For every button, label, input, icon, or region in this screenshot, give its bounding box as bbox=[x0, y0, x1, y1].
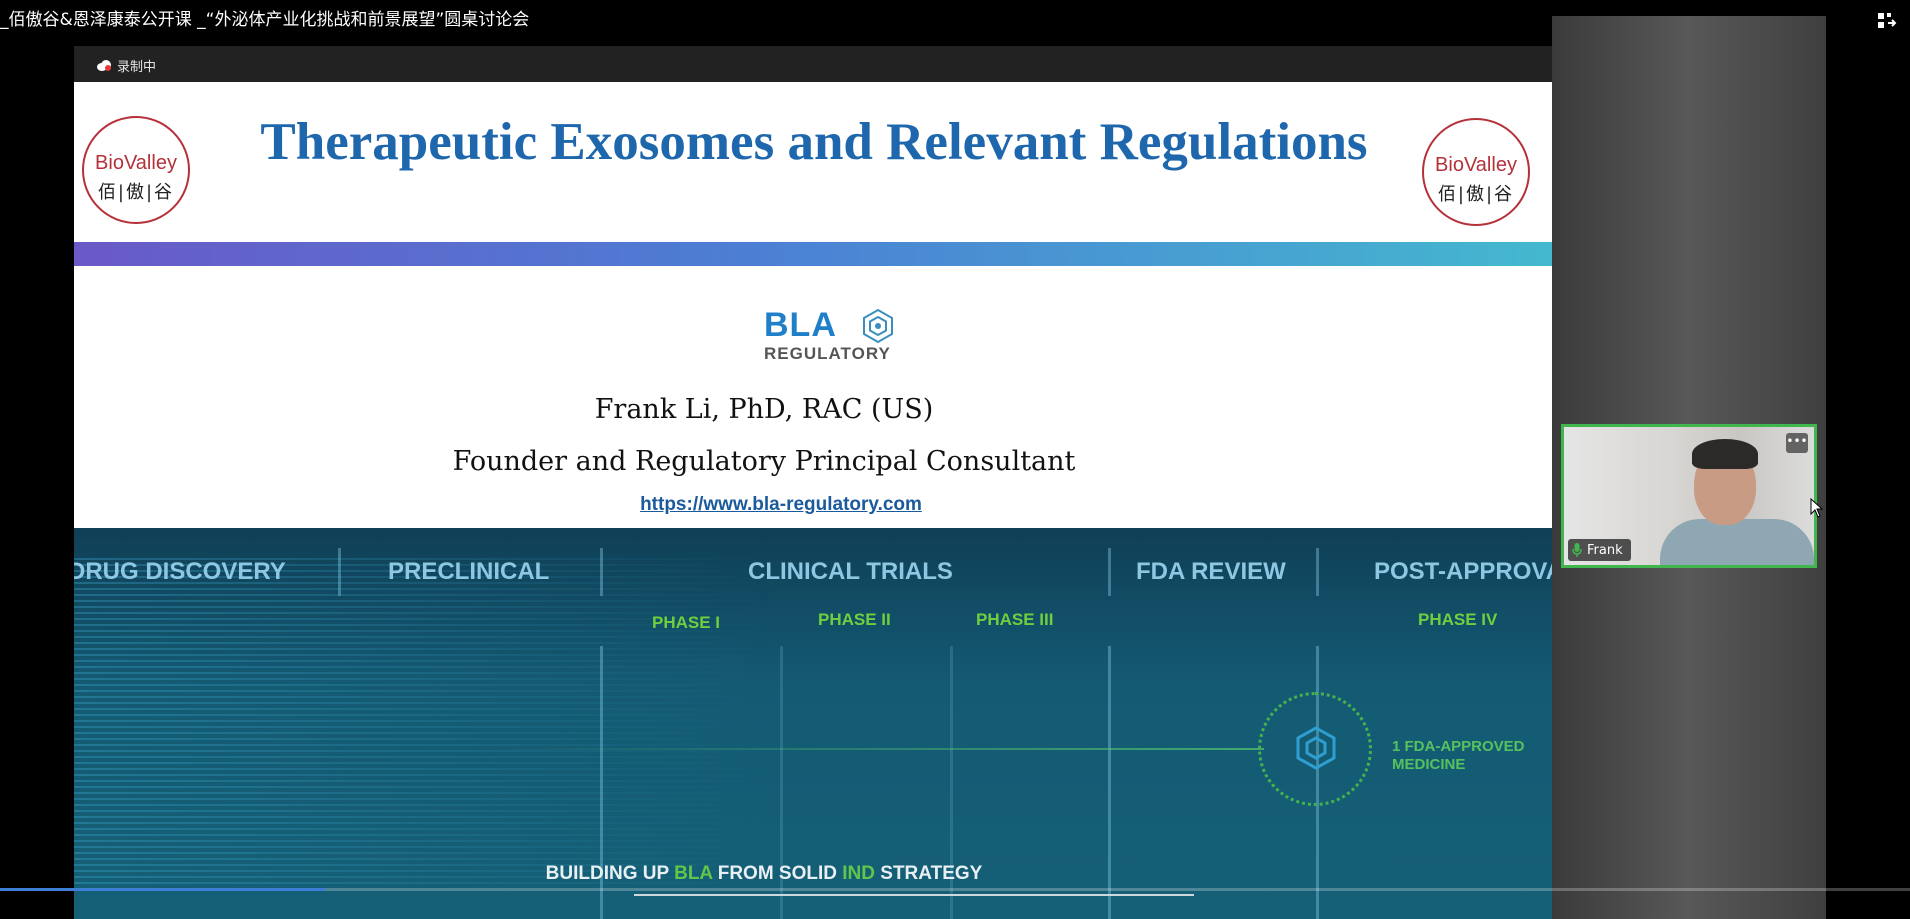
participant-name: Frank bbox=[1587, 542, 1623, 558]
stage-divider bbox=[1108, 548, 1111, 596]
slide-title: Therapeutic Exosomes and Relevant Regula… bbox=[260, 113, 1368, 171]
participant-video-body bbox=[1660, 519, 1814, 565]
header-gradient-bar bbox=[74, 242, 1552, 266]
participant-name-label: Frank bbox=[1568, 539, 1631, 561]
molecule-icon bbox=[1296, 726, 1336, 770]
microphone-icon bbox=[1572, 543, 1582, 557]
tagline-bla: BLA bbox=[674, 863, 713, 884]
meeting-toolbar bbox=[74, 46, 1552, 82]
bla-regulatory-logo: BLA REGULATORY bbox=[764, 306, 914, 363]
tagline-text: FROM SOLID bbox=[712, 863, 843, 884]
approval-path-line bbox=[494, 748, 1264, 750]
recording-label: 录制中 bbox=[117, 60, 157, 75]
logo-text-cn: 佰|傲|谷 bbox=[1437, 184, 1515, 205]
mouse-cursor-icon bbox=[1810, 498, 1824, 518]
phase-3: PHASE III bbox=[976, 610, 1054, 629]
approval-note-line2: MEDICINE bbox=[1392, 756, 1466, 773]
presenter-name: Frank Li, PhD, RAC (US) bbox=[594, 394, 934, 425]
shared-slide: BioValley 佰|傲|谷 Therapeutic Exosomes and… bbox=[74, 82, 1552, 919]
slide-header: BioValley 佰|傲|谷 Therapeutic Exosomes and… bbox=[74, 82, 1552, 242]
stage-preclinical: PRECLINICAL bbox=[388, 558, 550, 585]
presenter-website-link[interactable]: https://www.bla-regulatory.com bbox=[74, 494, 1488, 516]
drug-pipeline-graphic: DRUG DISCOVERY PRECLINICAL CLINICAL TRIA… bbox=[74, 528, 1552, 919]
tagline-ind: IND bbox=[842, 863, 875, 884]
stage-divider bbox=[1316, 548, 1319, 596]
logo-text-cn: 佰|傲|谷 bbox=[97, 182, 175, 203]
slide-tagline: BUILDING UP BLA FROM SOLID IND STRATEGY bbox=[74, 863, 1454, 885]
participant-video-hair bbox=[1692, 439, 1758, 469]
approval-note: 1 FDA-APPROVED MEDICINE bbox=[1392, 738, 1525, 774]
stage-fda-review: FDA REVIEW bbox=[1136, 558, 1286, 585]
approval-note-line1: 1 FDA-APPROVED bbox=[1392, 738, 1525, 755]
phase-4: PHASE IV bbox=[1418, 610, 1498, 629]
logo-text-en: BioValley bbox=[95, 152, 177, 174]
stage-clinical-trials: CLINICAL TRIALS bbox=[748, 558, 953, 585]
streak-lines bbox=[74, 558, 774, 888]
recording-cloud-icon bbox=[97, 60, 111, 71]
presenter-info: BLA REGULATORY Frank Li, PhD, RAC (US) F… bbox=[74, 266, 1552, 528]
hexagon-icon bbox=[863, 308, 893, 344]
stage-drug-discovery: DRUG DISCOVERY bbox=[74, 558, 286, 585]
biovalley-logo-left: BioValley 佰|傲|谷 bbox=[82, 116, 190, 224]
presenter-role: Founder and Regulatory Principal Consult… bbox=[452, 446, 1076, 477]
participant-video-tile[interactable]: ••• Frank bbox=[1561, 424, 1817, 568]
tagline-underline bbox=[634, 894, 1194, 896]
ellipsis-icon: ••• bbox=[1786, 434, 1808, 448]
recording-indicator[interactable]: 录制中 bbox=[96, 56, 156, 75]
layout-switch-icon[interactable] bbox=[1876, 10, 1898, 32]
tagline-text: BUILDING UP bbox=[545, 863, 675, 884]
logo-text-en: BioValley bbox=[1435, 154, 1517, 176]
stage-divider bbox=[600, 548, 603, 596]
playback-progress-fill bbox=[0, 888, 325, 891]
stage-divider bbox=[338, 548, 341, 596]
stage-post-approval: POST-APPROVAL bbox=[1374, 558, 1552, 585]
bla-logo-main: BLA bbox=[764, 306, 837, 344]
tagline-text: STRATEGY bbox=[875, 863, 983, 884]
bla-logo-sub: REGULATORY bbox=[764, 344, 891, 363]
window-title: _佰傲谷&恩泽康泰公开课 _“外泌体产业化挑战和前景展望”圆桌讨论会 bbox=[0, 10, 530, 30]
phase-2: PHASE II bbox=[818, 610, 891, 629]
phase-1: PHASE I bbox=[652, 613, 721, 632]
biovalley-logo-right: BioValley 佰|傲|谷 bbox=[1422, 118, 1530, 226]
more-options-button[interactable]: ••• bbox=[1786, 433, 1808, 453]
